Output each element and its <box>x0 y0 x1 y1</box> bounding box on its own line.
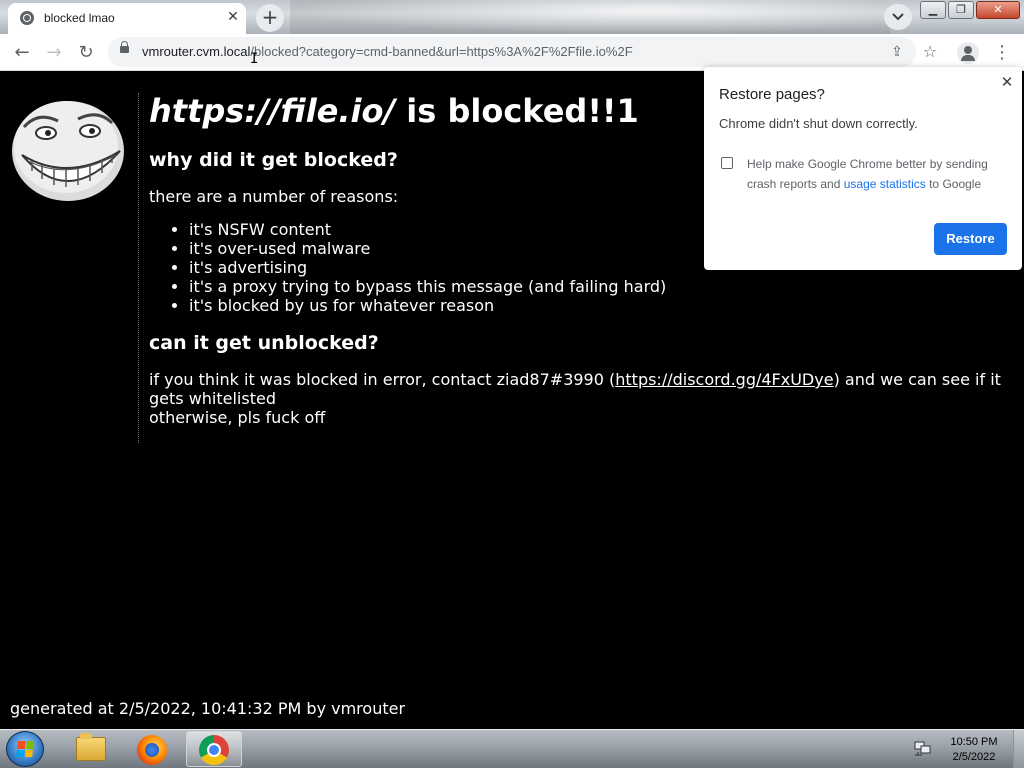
minimize-button[interactable]: ▁ <box>920 1 946 19</box>
lock-icon <box>120 41 129 53</box>
blocked-site: https://file.io/ <box>149 92 396 130</box>
share-icon[interactable]: ⇪ <box>889 44 905 60</box>
list-item: it's blocked by us for whatever reason <box>189 296 1019 315</box>
address-bar[interactable]: vmrouter.cvm.local/blocked?category=cmd-… <box>108 37 937 67</box>
star-icon[interactable]: ☆ <box>922 44 938 60</box>
arrow-right-icon: → <box>46 42 62 63</box>
tab-blocked[interactable]: blocked lmao ✕ <box>8 3 246 34</box>
checkbox-text-after: to Google <box>925 177 982 191</box>
new-tab-button[interactable]: + <box>256 4 284 32</box>
close-icon[interactable]: ✕ <box>224 8 242 26</box>
unblock-heading: can it get unblocked? <box>149 332 379 354</box>
taskbar-file-explorer[interactable] <box>62 731 118 767</box>
url-path: /blocked?category=cmd-banned&url=https%3… <box>250 44 633 59</box>
close-icon[interactable]: ✕ <box>998 73 1016 91</box>
maximize-button[interactable]: ❐ <box>948 1 974 19</box>
crash-report-label: Help make Google Chrome better by sendin… <box>747 154 1007 194</box>
footer-text: generated at 2/5/2022, 10:41:32 PM by vm… <box>10 699 406 718</box>
kebab-menu-icon[interactable]: ⋮ <box>990 40 1014 66</box>
chevron-down-icon <box>892 13 904 21</box>
file-explorer-icon <box>76 733 106 761</box>
chrome-icon <box>199 735 229 765</box>
browser-toolbar: ← → ↻ vmrouter.cvm.local/blocked?categor… <box>0 34 1024 71</box>
reload-icon: ↻ <box>78 42 94 63</box>
content-divider <box>138 93 139 443</box>
reload-button[interactable]: ↻ <box>72 39 100 67</box>
usage-statistics-link[interactable]: usage statistics <box>844 177 926 191</box>
taskbar-firefox[interactable] <box>124 731 180 767</box>
discord-link[interactable]: https://discord.gg/4FxUDye <box>615 370 833 389</box>
tab-strip: blocked lmao ✕ + ▁ ❐ ✕ <box>0 0 1024 34</box>
url-text: vmrouter.cvm.local/blocked?category=cmd-… <box>142 44 633 59</box>
url-host: vmrouter.cvm.local <box>142 44 251 59</box>
troll-face-image <box>12 101 124 201</box>
system-clock[interactable]: 10:50 PM 2/5/2022 <box>942 735 1006 765</box>
dialog-subtitle: Chrome didn't shut down correctly. <box>719 116 918 131</box>
crash-report-checkbox[interactable] <box>721 157 733 169</box>
list-item: it's a proxy trying to bypass this messa… <box>189 277 1019 296</box>
forward-button[interactable]: → <box>40 39 68 67</box>
show-desktop-button[interactable] <box>1013 730 1024 768</box>
window-controls: ▁ ❐ ✕ <box>920 1 1020 19</box>
network-icon[interactable] <box>914 740 932 756</box>
windows-start-icon[interactable] <box>6 731 44 767</box>
globe-icon <box>20 11 34 25</box>
profile-icon[interactable] <box>957 42 979 64</box>
back-button[interactable]: ← <box>8 39 36 67</box>
title-suffix: is blocked!!1 <box>395 92 639 130</box>
dialog-title: Restore pages? <box>719 86 825 103</box>
unblock-text-before: if you think it was blocked in error, co… <box>149 370 616 389</box>
restore-pages-dialog: Restore pages? ✕ Chrome didn't shut down… <box>704 67 1022 270</box>
arrow-left-icon: ← <box>14 42 30 63</box>
close-icon: ✕ <box>993 3 1003 16</box>
unblock-otherwise: otherwise, pls fuck off <box>149 408 326 427</box>
text-cursor-icon: I <box>250 51 259 67</box>
taskbar-chrome[interactable] <box>186 731 242 767</box>
plus-icon: + <box>261 5 279 29</box>
tab-search-button[interactable] <box>884 4 912 30</box>
unblock-text: if you think it was blocked in error, co… <box>149 370 1019 408</box>
windows-flag-icon <box>16 741 34 757</box>
clock-time: 10:50 PM <box>950 736 998 748</box>
restore-button[interactable]: Restore <box>934 223 1007 255</box>
clock-date: 2/5/2022 <box>952 751 996 763</box>
firefox-icon <box>137 735 167 765</box>
window-close-button[interactable]: ✕ <box>976 1 1020 19</box>
minimize-icon: ▁ <box>928 3 938 16</box>
taskbar: 10:50 PM 2/5/2022 <box>0 729 1024 768</box>
maximize-icon: ❐ <box>956 3 966 16</box>
tab-title: blocked lmao <box>44 11 115 25</box>
